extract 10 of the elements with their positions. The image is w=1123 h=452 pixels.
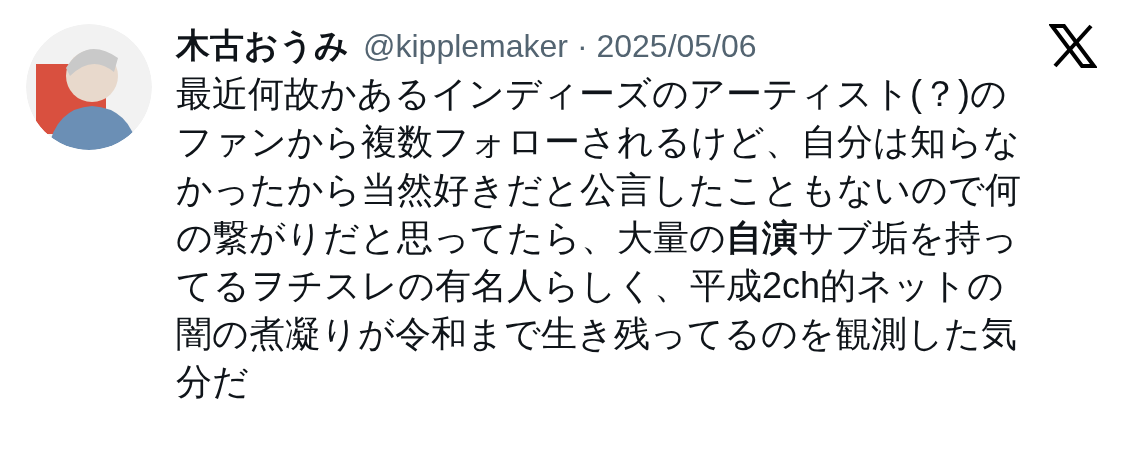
tweet-text-line: かったから当然好きだと公言したこともないので何: [176, 168, 1021, 212]
tweet-text-line: 最近何故かあるインディーズのアーティスト(？)の: [176, 72, 1007, 116]
tweet-text-line: てるヲチスレの有名人らしく、平成2ch的ネットの: [176, 264, 1005, 308]
x-logo-icon: [1049, 24, 1097, 68]
tweet-text-line: の繋がりだと思ってたら、大量の自演サブ垢を持っ: [176, 216, 1018, 260]
author-name[interactable]: 木古おうみ: [176, 23, 349, 69]
handle-date: @kipplemaker · 2025/05/06: [363, 27, 757, 65]
tweet-text-line: 闇の煮凝りが令和まで生き残ってるのを観測した気: [176, 312, 1017, 356]
tweet-text-line: 分だ: [176, 360, 249, 404]
tweet-text-line: ファンから複数フォローされるけど、自分は知らな: [176, 120, 1020, 164]
